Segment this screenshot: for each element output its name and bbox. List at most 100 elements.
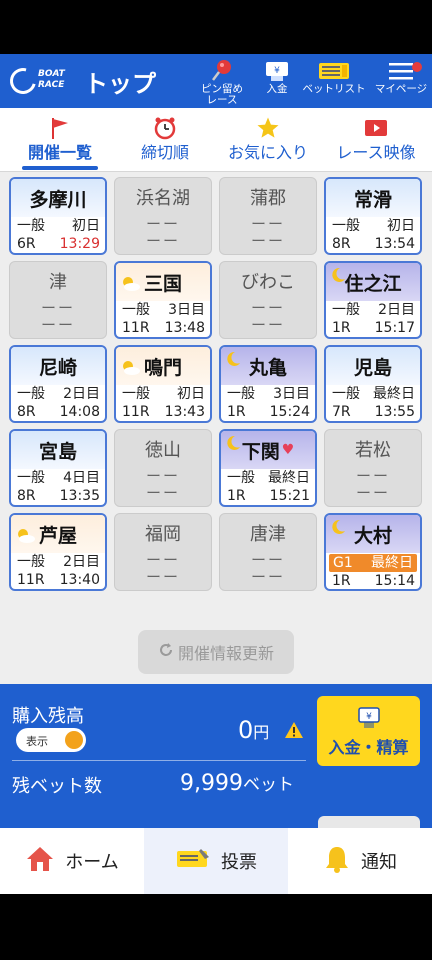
venue-card[interactable]: 多摩川 一般 初日 6R 13:29 — [9, 177, 107, 255]
venue-card[interactable]: 常滑 一般 初日 8R 13:54 — [324, 177, 422, 255]
race-number: 11R — [122, 320, 150, 336]
refresh-button[interactable]: 開催情報更新 — [138, 630, 294, 674]
race-deadline: 13:43 — [164, 404, 205, 420]
star-icon — [218, 114, 318, 142]
balance-visibility-toggle[interactable]: 表示 — [16, 728, 86, 752]
deposit-button[interactable]: ¥ 入金 — [256, 58, 298, 106]
race-time-row: 8R 14:08 — [11, 403, 105, 421]
nav-bet[interactable]: 投票 — [144, 828, 288, 894]
moon-icon — [329, 518, 347, 541]
venue-card[interactable]: 蒲郡 ーー ーー — [219, 177, 317, 255]
venue-name-band: 多摩川 — [11, 179, 105, 217]
race-day: 最終日 — [373, 386, 415, 402]
venue-name: 三国 — [143, 272, 182, 295]
race-deadline: 15:21 — [269, 488, 310, 504]
nav-notifications[interactable]: 通知 — [288, 828, 432, 894]
venue-name-band: 三国 — [116, 263, 210, 301]
venue-name-band: 大村 — [326, 515, 420, 553]
venue-card[interactable]: 徳山 ーー ーー — [114, 429, 212, 507]
system-navigation-bar — [0, 894, 432, 960]
race-grade-row: 一般 初日 — [326, 217, 420, 235]
venue-name: 下関 — [241, 440, 280, 463]
pin-icon — [196, 58, 248, 84]
venue-card[interactable]: 芦屋 一般 2日目 11R 13:40 — [9, 513, 107, 591]
venue-name-band: 鳴門 — [116, 347, 210, 385]
mypage-button[interactable]: マイページ — [370, 58, 432, 106]
race-day: 最終日 — [371, 555, 413, 571]
boatrace-logo[interactable]: BOAT RACE — [5, 63, 70, 99]
race-grade: 一般 — [227, 470, 255, 486]
race-day: 3日目 — [168, 302, 205, 318]
venue-name-band: 下関 ♥ — [221, 431, 315, 469]
empty-placeholder: ーー — [145, 484, 180, 502]
venue-card[interactable]: 児島 一般 最終日 7R 13:55 — [324, 345, 422, 423]
nav-home[interactable]: ホーム — [0, 828, 144, 894]
race-grade: 一般 — [17, 554, 45, 570]
venue-name-band: 若松 — [325, 430, 421, 468]
tab-deadline[interactable]: 締切順 — [120, 114, 210, 172]
venue-card[interactable]: 大村 G1 最終日 1R 15:14 — [324, 513, 422, 591]
deposit-settle-button[interactable]: ¥ 入金・精算 — [317, 696, 420, 766]
race-deadline: 13:48 — [164, 320, 205, 336]
venue-name: 多摩川 — [29, 188, 87, 211]
venue-name-band: 芦屋 — [11, 515, 105, 553]
venue-name-band: 浜名湖 — [115, 178, 211, 216]
venue-name: 徳山 — [145, 440, 181, 461]
venue-card[interactable]: 津ーー ーー — [9, 261, 107, 339]
warning-icon — [284, 721, 304, 743]
venue-name-band: 徳山 — [115, 430, 211, 468]
deposit-ticket-icon: ¥ — [317, 696, 420, 730]
race-time-row: 11R 13:48 — [116, 319, 210, 337]
race-day: 2日目 — [378, 302, 415, 318]
tab-race-video[interactable]: レース映像 — [324, 114, 428, 172]
moon-icon — [224, 350, 242, 373]
venue-grid: 多摩川 一般 初日 6R 13:29 浜名湖 ーー ーー 蒲郡 ーー ーー 常滑 一般 初日 8R 13:54… — [9, 177, 425, 591]
venue-card[interactable]: 丸亀 一般 3日目 1R 15:24 — [219, 345, 317, 423]
venue-name: 住之江 — [344, 272, 402, 295]
sun-icon — [119, 357, 141, 380]
race-grade: 一般 — [332, 218, 360, 234]
tab-schedule[interactable]: 開催一覧 — [10, 114, 110, 172]
venue-card[interactable]: 浜名湖 ーー ーー — [114, 177, 212, 255]
empty-placeholder: ーー — [40, 316, 75, 334]
pinned-races-button[interactable]: ピン留め レース — [196, 58, 248, 106]
race-grade: 一般 — [122, 386, 150, 402]
race-day: 初日 — [72, 218, 100, 234]
venue-card[interactable]: 三国 一般 3日目 11R 13:48 — [114, 261, 212, 339]
race-number: 1R — [227, 404, 246, 420]
venue-name-band: 唐津 — [220, 514, 316, 552]
venue-card[interactable]: 尼崎 一般 2日目 8R 14:08 — [9, 345, 107, 423]
race-deadline: 13:54 — [374, 236, 415, 252]
empty-placeholder: ーー — [145, 568, 180, 586]
race-time-row: 7R 13:55 — [326, 403, 420, 421]
venue-name-band: 蒲郡 — [220, 178, 316, 216]
page-title: トップ — [84, 70, 156, 98]
race-deadline: 15:24 — [269, 404, 310, 420]
venue-card[interactable]: 若松 ーー ーー — [324, 429, 422, 507]
betlist-icon — [300, 58, 368, 84]
venue-card[interactable]: 唐津 ーー ーー — [219, 513, 317, 591]
app-header: BOAT RACE トップ ピン留め レース ¥ 入金 ベットリスト マイページ — [0, 54, 432, 108]
venue-name: 唐津 — [250, 524, 286, 545]
venue-card[interactable]: 福岡 ーー ーー — [114, 513, 212, 591]
moon-icon — [329, 266, 347, 289]
flag-icon — [10, 114, 110, 142]
race-time-row: 1R 15:14 — [326, 572, 420, 589]
race-grade: 一般 — [227, 386, 255, 402]
notification-badge — [412, 62, 422, 72]
venue-card[interactable]: びわこ ーー ーー — [219, 261, 317, 339]
race-time-row: 8R 13:35 — [11, 487, 105, 505]
home-icon — [25, 845, 55, 878]
venue-card[interactable]: 宮島 一般 4日目 8R 13:35 — [9, 429, 107, 507]
venue-card[interactable]: 下関 ♥ 一般 最終日 1R 15:21 — [219, 429, 317, 507]
venue-name: びわこ — [241, 272, 295, 293]
empty-placeholder: ーー — [355, 484, 390, 502]
venue-name: 若松 — [355, 440, 391, 461]
venue-card[interactable]: 鳴門 一般 初日 11R 13:43 — [114, 345, 212, 423]
venue-card[interactable]: 住之江 一般 2日目 1R 15:17 — [324, 261, 422, 339]
race-day: 最終日 — [268, 470, 310, 486]
race-grade-row: 一般 2日目 — [11, 553, 105, 571]
race-number: 7R — [332, 404, 351, 420]
tab-favorites[interactable]: お気に入り — [218, 114, 318, 172]
betlist-button[interactable]: ベットリスト — [300, 58, 368, 106]
